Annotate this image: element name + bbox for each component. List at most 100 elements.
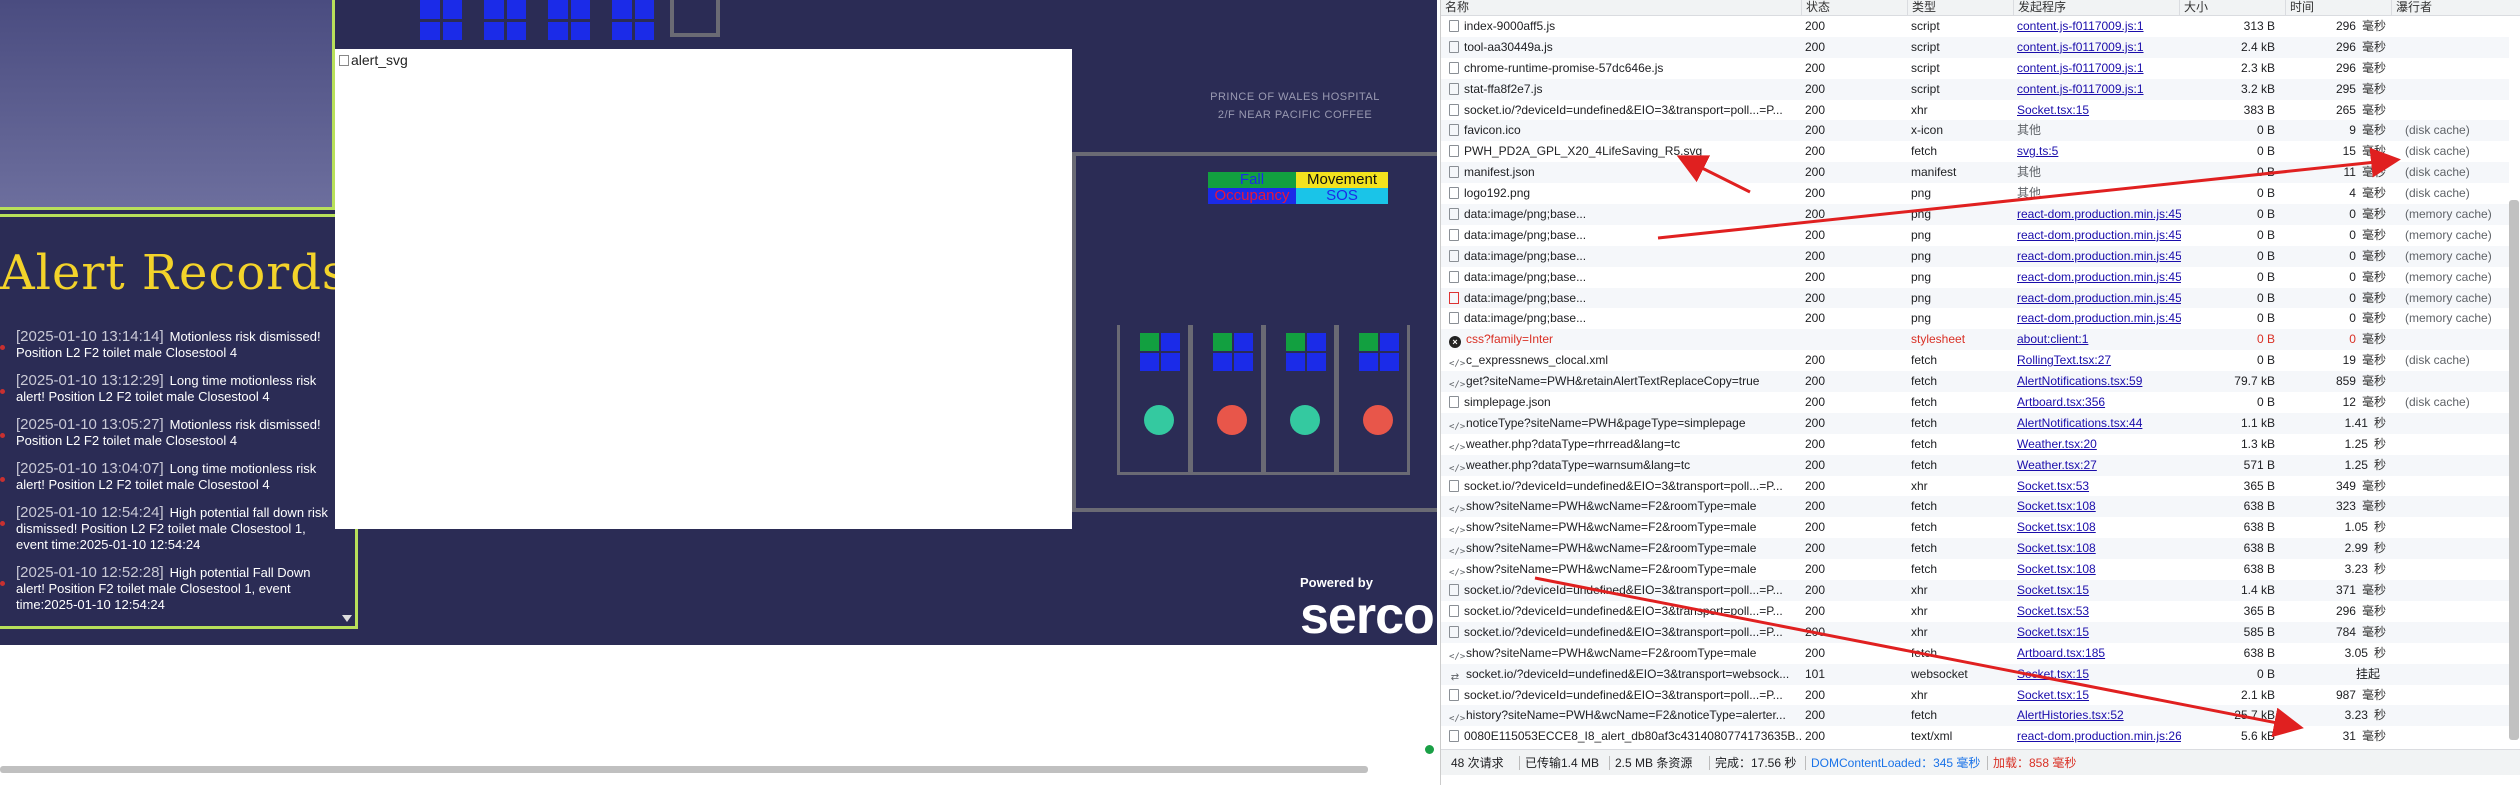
request-name: get?siteName=PWH&retainAlertTextReplaceC… [1466,374,1760,389]
request-initiator-link[interactable]: AlertNotifications.tsx:59 [2013,371,2181,392]
stall-indicator [612,0,654,40]
request-initiator-link[interactable]: react-dom.production.min.js:45 [2013,246,2181,267]
request-time: 0 毫秒 [2349,227,2386,242]
request-type: script [1911,39,1940,54]
network-request-row[interactable]: </>get?siteName=PWH&retainAlertTextRepla… [1441,371,2509,393]
request-name: weather.php?dataType=warnsum&lang=tc [1466,457,1691,472]
request-initiator-link[interactable]: Socket.tsx:15 [2013,100,2181,121]
network-request-row[interactable]: socket.io/?deviceId=undefined&EIO=3&tran… [1441,600,2509,622]
network-request-row[interactable]: </>show?siteName=PWH&wcName=F2&roomType=… [1441,496,2509,518]
network-request-row[interactable]: </>weather.php?dataType=warnsum&lang=tc 2… [1441,454,2509,476]
alert-records-list[interactable]: [2025-01-10 13:14:14] Motionless risk dis… [0,329,336,625]
request-initiator-link[interactable]: Socket.tsx:108 [2013,517,2181,538]
network-request-row[interactable]: manifest.json 200 manifest 其他 0 B 11 毫秒 (disk c… [1441,162,2509,184]
network-request-row[interactable]: </>noticeType?siteName=PWH&pageType=simp… [1441,412,2509,434]
request-initiator-link[interactable]: content.js-f0117009.js:1 [2013,16,2181,37]
request-size: 0 B [2256,395,2275,410]
request-initiator-link[interactable]: Socket.tsx:15 [2013,664,2181,685]
network-request-row[interactable]: stat-ffa8f2e7.js 200 script content.js-f011… [1441,78,2509,100]
network-request-row[interactable]: data:image/png;base... 200 png react-dom.pr… [1441,308,2509,330]
network-request-row[interactable]: </>show?siteName=PWH&wcName=F2&roomType=… [1441,517,2509,539]
request-size: 79.7 kB [2234,374,2275,389]
network-request-row[interactable]: socket.io/?deviceId=undefined&EIO=3&tran… [1441,580,2509,601]
network-request-row[interactable]: logo192.png 200 png 其他 0 B 4 毫秒 (disk cache) [1441,183,2509,205]
network-request-row[interactable]: index-9000aff5.js 200 script content.js-f01… [1441,16,2509,37]
network-request-row[interactable]: simplepage.json 200 fetch Artboard.tsx:356 0… [1441,392,2509,413]
request-type: stylesheet [1911,332,1966,347]
network-request-row[interactable]: data:image/png;base... 200 png react-dom.pr… [1441,287,2509,309]
request-initiator-link[interactable]: Socket.tsx:15 [2013,580,2181,601]
request-initiator-link[interactable]: Socket.tsx:15 [2013,685,2181,706]
network-request-row[interactable]: data:image/png;base... 200 png react-dom.pr… [1441,204,2509,225]
request-initiator-link[interactable]: AlertHistories.tsx:52 [2013,705,2181,726]
request-initiator-link[interactable]: content.js-f0117009.js:1 [2013,79,2181,100]
network-request-row[interactable]: socket.io/?deviceId=undefined&EIO=3&tran… [1441,475,2509,497]
request-initiator-link[interactable]: about:client:1 [2013,329,2181,350]
horizontal-scrollbar[interactable] [0,766,1368,773]
request-initiator-link[interactable]: content.js-f0117009.js:1 [2013,58,2181,79]
network-request-row[interactable]: × css?family=Inter stylesheet about:client:… [1441,329,2509,351]
request-initiator-link[interactable]: Socket.tsx:53 [2013,476,2181,497]
network-vertical-scrollbar[interactable] [2509,200,2519,740]
network-request-row[interactable]: data:image/png;base... 200 png react-dom.pr… [1441,266,2509,288]
network-request-row[interactable]: ⇄ socket.io/?deviceId=undefined&EIO=3&tra… [1441,663,2509,685]
connection-status-icon [1425,745,1434,754]
network-request-row[interactable]: </>weather.php?dataType=rhrread&lang=tc 2… [1441,433,2509,455]
network-request-row[interactable]: socket.io/?deviceId=undefined&EIO=3&tran… [1441,684,2509,706]
scroll-down-icon[interactable] [342,615,352,622]
request-initiator-link[interactable]: react-dom.production.min.js:45 [2013,225,2181,246]
request-initiator-link[interactable]: content.js-f0117009.js:1 [2013,37,2181,58]
request-initiator-link[interactable]: Socket.tsx:108 [2013,496,2181,517]
request-type: fetch [1911,645,1938,660]
request-type: text/xml [1911,729,1953,744]
request-initiator-link[interactable]: Socket.tsx:15 [2013,622,2181,643]
col-time[interactable]: 时间 [2285,0,2391,16]
request-initiator-link[interactable]: Socket.tsx:108 [2013,538,2181,559]
document-icon [1449,479,1459,492]
request-initiator-link[interactable]: react-dom.production.min.js:45 [2013,267,2181,288]
col-status[interactable]: 状态 [1801,0,1907,16]
network-request-row[interactable]: </>show?siteName=PWH&wcName=F2&roomType=… [1441,538,2509,560]
network-request-row[interactable]: chrome-runtime-promise-57dc646e.js 200 scr… [1441,57,2509,79]
network-request-row[interactable]: socket.io/?deviceId=undefined&EIO=3&tran… [1441,99,2509,121]
toilet-stall [1190,325,1264,475]
request-status: 200 [1805,499,1826,514]
col-initiator[interactable]: 发起程序 [2013,0,2179,16]
network-request-row[interactable]: data:image/png;base... 200 png react-dom.pr… [1441,224,2509,246]
network-request-row[interactable]: </>show?siteName=PWH&wcName=F2&roomType=… [1441,642,2509,664]
request-name: chrome-runtime-promise-57dc646e.js [1464,60,1664,75]
request-initiator-link[interactable]: RollingText.tsx:27 [2013,350,2181,371]
col-waterfall[interactable]: 瀑行者 [2391,0,2509,16]
network-request-row[interactable]: </>history?siteName=PWH&wcName=F2&notice… [1441,705,2509,727]
request-initiator-link[interactable]: Artboard.tsx:356 [2013,392,2181,413]
request-initiator-link[interactable]: react-dom.production.min.js:45 [2013,204,2181,225]
request-initiator-link[interactable]: svg.ts:5 [2013,141,2181,162]
request-time: 349 毫秒 [2335,478,2386,493]
network-request-row[interactable]: </>c_expressnews_clocal.xml 200 fetch Rolli… [1441,350,2509,372]
network-request-row[interactable]: favicon.ico 200 x-icon 其他 0 B 9 毫秒 (disk cache) [1441,120,2509,142]
request-initiator-link[interactable]: Weather.tsx:20 [2013,434,2181,455]
network-request-row[interactable]: socket.io/?deviceId=undefined&EIO=3&tran… [1441,621,2509,643]
transferred-size: 已传输1.4 MB [1525,756,1600,770]
request-initiator-link[interactable]: react-dom.production.min.js:262 [2013,726,2181,747]
col-type[interactable]: 类型 [1907,0,2013,16]
request-initiator-link[interactable]: Socket.tsx:108 [2013,559,2181,580]
request-initiator-link[interactable]: Artboard.tsx:185 [2013,643,2181,664]
alert-timestamp: [2025-01-10 13:04:07] [16,460,164,477]
request-initiator-link[interactable]: react-dom.production.min.js:45 [2013,288,2181,309]
network-request-row[interactable]: PWH_PD2A_GPL_X20_4LifeSaving_R5.svg 200 fe… [1441,141,2509,163]
request-size: 0 B [2256,207,2275,222]
request-initiator-link[interactable]: Weather.tsx:27 [2013,455,2181,476]
request-initiator-link[interactable]: react-dom.production.min.js:45 [2013,308,2181,329]
network-request-list[interactable]: index-9000aff5.js 200 script content.js-f01… [1441,16,2509,748]
network-request-row[interactable]: </>show?siteName=PWH&wcName=F2&roomType=… [1441,559,2509,581]
request-initiator-link[interactable]: Socket.tsx:53 [2013,601,2181,622]
network-request-row[interactable]: 0080E115053ECCE8_I8_alert_db80af3c431408… [1441,726,2509,748]
request-initiator-link[interactable]: AlertNotifications.tsx:44 [2013,413,2181,434]
document-icon [1449,208,1459,221]
network-request-row[interactable]: tool-aa30449a.js 200 script content.js-f011… [1441,36,2509,58]
col-size[interactable]: 大小 [2179,0,2285,16]
network-request-row[interactable]: data:image/png;base... 200 png react-dom.pr… [1441,245,2509,267]
col-name[interactable]: 名称 [1441,0,1801,16]
request-status: 200 [1805,583,1826,598]
